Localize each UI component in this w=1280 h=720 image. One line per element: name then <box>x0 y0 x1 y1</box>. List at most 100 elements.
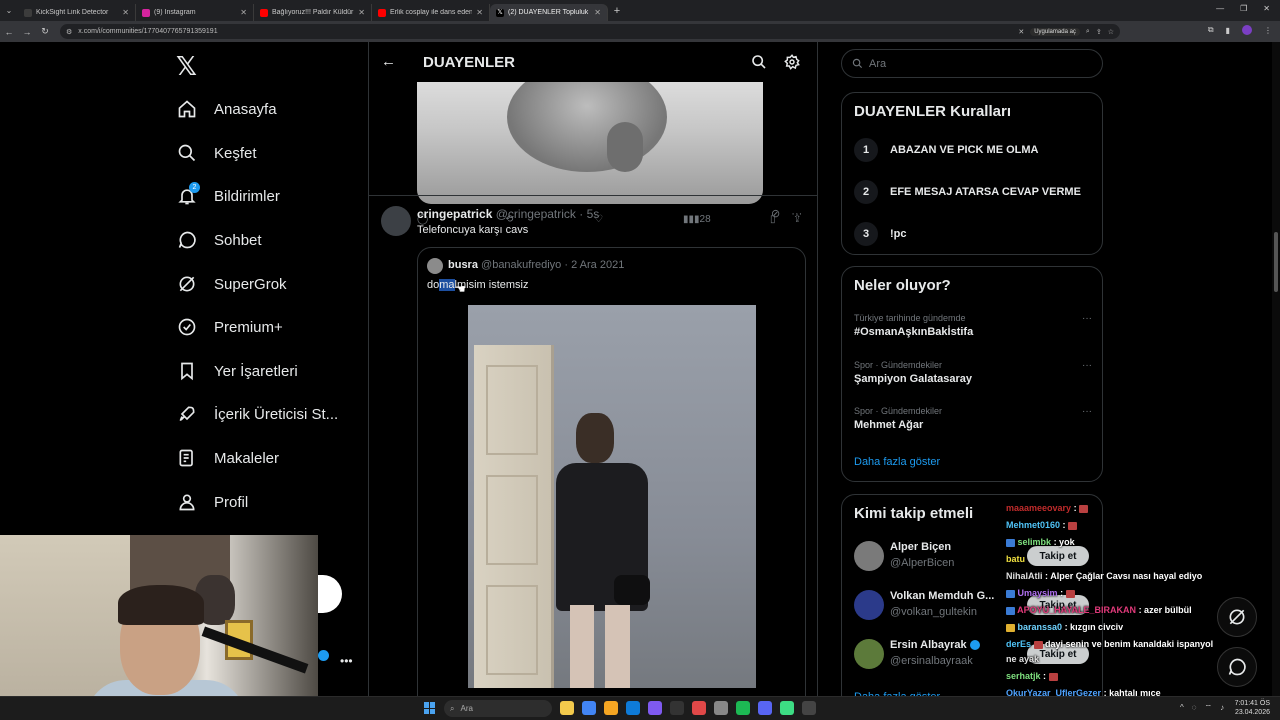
avatar[interactable] <box>854 639 884 669</box>
tweet-author-handle[interactable]: @cringepatrick <box>496 207 576 221</box>
tweet-author-name[interactable]: cringepatrick <box>417 207 492 221</box>
app-icon[interactable] <box>648 701 662 715</box>
discord-icon[interactable] <box>758 701 772 715</box>
door-panel <box>486 365 538 455</box>
forward-icon[interactable]: → <box>18 27 36 37</box>
tray-chevron-icon[interactable]: ^ <box>1180 703 1184 713</box>
close-tab-icon[interactable]: ✕ <box>358 8 365 17</box>
scrollbar-thumb[interactable] <box>1274 232 1278 292</box>
nav-label: Bildirimler <box>214 187 280 205</box>
new-tab-button[interactable]: + <box>608 5 626 17</box>
browser-tab[interactable]: Bağlıyoruz!!! Paldır Küldür Keba ✕ <box>254 4 372 21</box>
sidebar-icon[interactable]: ▮ <box>1226 26 1230 35</box>
more-dots-icon[interactable]: ··· <box>1082 360 1092 371</box>
nav-item-home[interactable]: Anasayfa <box>176 94 277 124</box>
zoom-icon[interactable]: ⌕ <box>1086 28 1090 36</box>
show-more-link[interactable]: Daha fazla göster <box>854 456 940 468</box>
more-dots-icon[interactable]: ··· <box>1082 313 1092 324</box>
grok-icon <box>1229 609 1245 625</box>
views-icon[interactable]: ▮▮▮ 28 <box>683 214 711 225</box>
reload-icon[interactable]: ↻ <box>36 26 54 37</box>
nav-item-bookmarks[interactable]: Yer İşaretleri <box>176 356 298 386</box>
folder-icon[interactable] <box>604 701 618 715</box>
rocket-icon <box>176 403 198 425</box>
file-explorer-icon[interactable] <box>560 701 574 715</box>
app-icon[interactable] <box>802 701 816 715</box>
more-dots-icon[interactable]: ••• <box>340 654 353 668</box>
rule-item[interactable]: 1 ABAZAN VE PICK ME OLMA <box>854 138 1039 162</box>
avatar[interactable] <box>854 590 884 620</box>
post-button[interactable] <box>318 575 342 613</box>
more-dots-icon[interactable]: ··· <box>791 208 802 220</box>
open-in-app-button[interactable]: Uygulamada aç <box>1030 27 1080 36</box>
wifi-icon[interactable]: ⌔ <box>1205 703 1213 713</box>
back-arrow-icon[interactable]: ← <box>381 53 396 70</box>
more-dots-icon[interactable]: ··· <box>1082 406 1092 417</box>
avatar[interactable] <box>427 258 443 274</box>
browser-tab-active[interactable]: 𝕏 (2) DUAYENLER Topluluk / X ✕ <box>490 4 608 21</box>
quoted-author-handle[interactable]: @banakufrediyo <box>481 259 561 271</box>
maximize-icon[interactable]: ❐ <box>1240 4 1247 13</box>
browser-tab[interactable]: KickSight Link Detector ✕ <box>18 4 136 21</box>
rule-item[interactable]: 2 EFE MESAJ ATARSA CEVAP VERME <box>854 180 1081 204</box>
grok-fab-button[interactable] <box>1217 597 1257 637</box>
close-tab-icon[interactable]: ✕ <box>122 8 129 17</box>
clock[interactable]: 7:01:41 ÖS 23.04.2026 <box>1235 699 1270 717</box>
bookmark-star-icon[interactable]: ☆ <box>1108 28 1114 36</box>
trend-item[interactable]: Spor · Gündemdekiler Şampiyon Galatasara… <box>854 360 1092 385</box>
profile-avatar[interactable] <box>1242 25 1252 35</box>
app-icon[interactable] <box>780 701 794 715</box>
search-input[interactable]: Ara <box>841 49 1103 78</box>
address-bar[interactable]: ⚙ x.com/i/communities/177040776579135919… <box>60 24 1120 39</box>
close-tab-icon[interactable]: ✕ <box>240 8 247 17</box>
quoted-tweet[interactable]: busra @banakufrediyo · 2 Ara 2021 domalm… <box>417 247 806 720</box>
spotify-icon[interactable] <box>736 701 750 715</box>
door-panel <box>486 585 538 675</box>
quoted-tweet-image[interactable] <box>468 305 756 688</box>
tab-search-button[interactable]: ⌄ <box>0 0 18 21</box>
search-icon[interactable] <box>751 54 767 75</box>
avatar[interactable] <box>854 541 884 571</box>
app-icon[interactable] <box>670 701 684 715</box>
messages-fab-button[interactable] <box>1217 647 1257 687</box>
windows-start-icon[interactable] <box>424 702 436 714</box>
previous-tweet-image[interactable] <box>417 82 763 204</box>
edge-icon[interactable] <box>626 701 640 715</box>
extensions-icon[interactable]: ⧉ <box>1208 25 1214 35</box>
minimize-icon[interactable]: — <box>1216 4 1224 13</box>
app-icon[interactable] <box>714 701 728 715</box>
nav-item-creator-studio[interactable]: İçerik Üreticisi St... <box>176 399 338 429</box>
volume-icon[interactable]: ♪ <box>1220 703 1224 713</box>
trend-item[interactable]: Türkiye tarihinde gündemde #OsmanAşkınBa… <box>854 313 1092 338</box>
taskbar-search[interactable]: ⌕ Ara <box>444 700 552 717</box>
site-info-icon[interactable]: ⚙ <box>66 28 72 36</box>
nav-item-profile[interactable]: Profil <box>176 487 248 517</box>
nav-item-articles[interactable]: Makaleler <box>176 443 279 473</box>
share-icon[interactable]: ⇪ <box>1096 28 1102 36</box>
browser-tab[interactable]: (9) Instagram ✕ <box>136 4 254 21</box>
nav-item-supergrok[interactable]: SuperGrok <box>176 269 287 299</box>
nav-item-notifications[interactable]: 2 Bildirimler <box>176 181 280 211</box>
trend-item[interactable]: Spor · Gündemdekiler Mehmet Ağar ··· <box>854 406 1092 431</box>
menu-icon[interactable]: ⋮ <box>1264 26 1272 35</box>
tweet-time[interactable]: · 5s <box>579 207 599 221</box>
close-tab-icon[interactable]: ✕ <box>594 8 601 17</box>
rule-item[interactable]: 3 !pc <box>854 222 907 246</box>
back-icon[interactable]: ← <box>0 27 18 37</box>
app-icon[interactable] <box>692 701 706 715</box>
grok-icon[interactable]: ⊘ <box>771 208 780 220</box>
browser-tab[interactable]: Erlik cosplay ile dans eden Kovi ✕ <box>372 4 490 21</box>
quoted-author-name[interactable]: busra <box>448 259 478 271</box>
chrome-icon[interactable] <box>582 701 596 715</box>
quoted-date[interactable]: · 2 Ara 2021 <box>564 259 624 271</box>
nav-item-chat[interactable]: Sohbet <box>176 225 262 255</box>
network-icon[interactable]: ◌ <box>1192 703 1197 713</box>
x-logo-icon[interactable]: 𝕏 <box>176 52 197 82</box>
close-window-icon[interactable]: ✕ <box>1263 4 1270 13</box>
settings-gear-icon[interactable] <box>784 54 800 75</box>
avatar[interactable] <box>381 206 411 236</box>
nav-item-explore[interactable]: Keşfet <box>176 138 257 168</box>
trend-context: Spor · Gündemdekiler <box>854 406 943 416</box>
close-tab-icon[interactable]: ✕ <box>476 8 483 17</box>
nav-item-premium[interactable]: Premium+ <box>176 312 283 342</box>
